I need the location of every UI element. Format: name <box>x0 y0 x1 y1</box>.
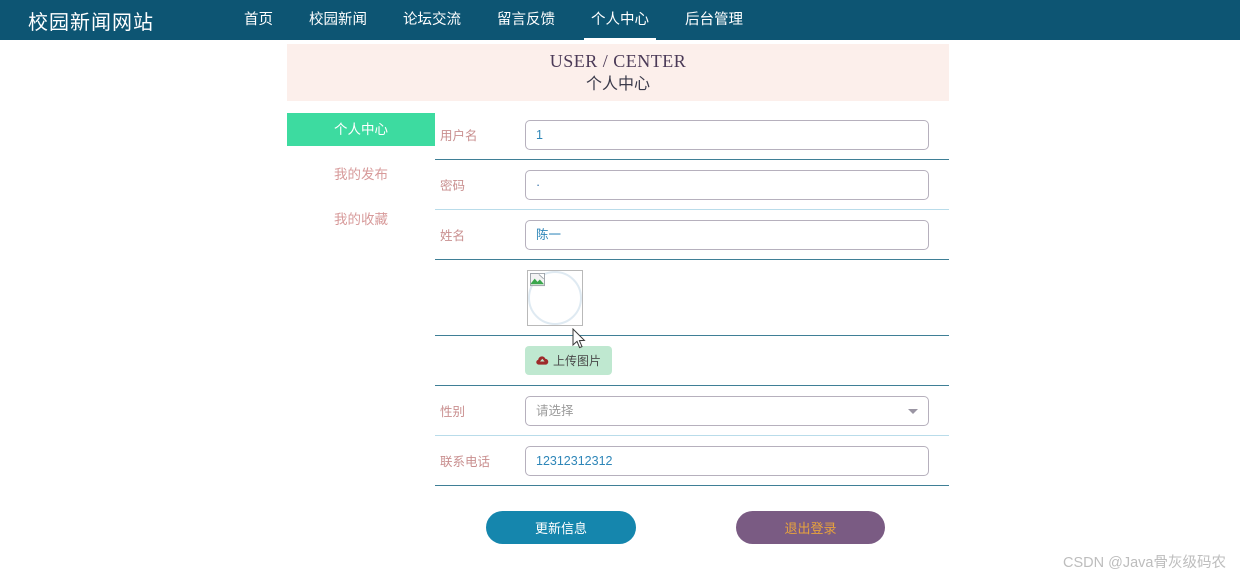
password-label: 密码 <box>435 175 525 194</box>
nav-link-user-center[interactable]: 个人中心 <box>573 0 667 40</box>
avatar[interactable] <box>527 270 583 326</box>
username-input[interactable]: 1 <box>525 120 929 150</box>
form-row-name: 姓名 陈一 <box>435 210 949 260</box>
upload-image-button[interactable]: 上传图片 <box>525 346 612 375</box>
form-row-password: 密码 · <box>435 160 949 210</box>
gender-cell: 请选择 <box>525 396 949 426</box>
form-row-gender: 性别 请选择 <box>435 386 949 436</box>
update-info-button[interactable]: 更新信息 <box>486 511 636 544</box>
phone-input[interactable]: 12312312312 <box>525 446 929 476</box>
nav-link-feedback[interactable]: 留言反馈 <box>479 0 573 40</box>
nav-link-campus-news[interactable]: 校园新闻 <box>291 0 385 40</box>
username-field-cell: 1 <box>525 120 949 150</box>
username-label: 用户名 <box>435 125 525 144</box>
gender-select-value[interactable]: 请选择 <box>525 396 929 426</box>
gender-label: 性别 <box>435 401 525 420</box>
cloud-upload-icon <box>536 355 549 366</box>
form-actions: 更新信息 退出登录 <box>287 511 949 544</box>
csdn-watermark: CSDN @Java骨灰级码农 <box>1063 551 1226 572</box>
nav-link-forum[interactable]: 论坛交流 <box>385 0 479 40</box>
form-row-username: 用户名 1 <box>435 110 949 160</box>
form-row-phone: 联系电话 12312312312 <box>435 436 949 486</box>
name-label: 姓名 <box>435 225 525 244</box>
banner-title-cn: 个人中心 <box>287 73 949 96</box>
sidebar-item-my-posts[interactable]: 我的发布 <box>287 158 435 191</box>
top-navbar: 校园新闻网站 首页 校园新闻 论坛交流 留言反馈 个人中心 后台管理 <box>0 0 1240 40</box>
name-input[interactable]: 陈一 <box>525 220 929 250</box>
banner-title-en: USER / CENTER <box>287 50 949 73</box>
form-row-upload: 上传图片 <box>435 336 949 386</box>
chevron-down-icon <box>908 409 918 414</box>
phone-cell: 12312312312 <box>525 446 949 476</box>
password-input[interactable]: · <box>525 170 929 200</box>
upload-cell: 上传图片 <box>525 346 949 375</box>
name-field-cell: 陈一 <box>525 220 949 250</box>
profile-form: 用户名 1 密码 · 姓名 陈一 <box>435 110 949 486</box>
sidebar-item-user-center[interactable]: 个人中心 <box>287 113 435 146</box>
upload-image-button-label: 上传图片 <box>553 352 601 369</box>
logout-button[interactable]: 退出登录 <box>736 511 885 544</box>
site-brand[interactable]: 校园新闻网站 <box>28 6 154 35</box>
broken-image-icon <box>530 273 545 287</box>
nav-link-admin[interactable]: 后台管理 <box>667 0 761 40</box>
nav-link-home[interactable]: 首页 <box>226 0 291 40</box>
sidebar-item-my-favorites[interactable]: 我的收藏 <box>287 203 435 236</box>
nav-links: 首页 校园新闻 论坛交流 留言反馈 个人中心 后台管理 <box>226 0 761 40</box>
form-row-avatar <box>435 260 949 336</box>
sidebar: 个人中心 我的发布 我的收藏 <box>287 110 435 486</box>
page-banner: USER / CENTER 个人中心 <box>287 44 949 101</box>
phone-label: 联系电话 <box>435 451 525 470</box>
content-area: 个人中心 我的发布 我的收藏 用户名 1 密码 · 姓名 陈一 <box>287 110 949 486</box>
avatar-cell <box>525 270 949 326</box>
gender-select[interactable]: 请选择 <box>525 396 929 426</box>
password-field-cell: · <box>525 170 949 200</box>
